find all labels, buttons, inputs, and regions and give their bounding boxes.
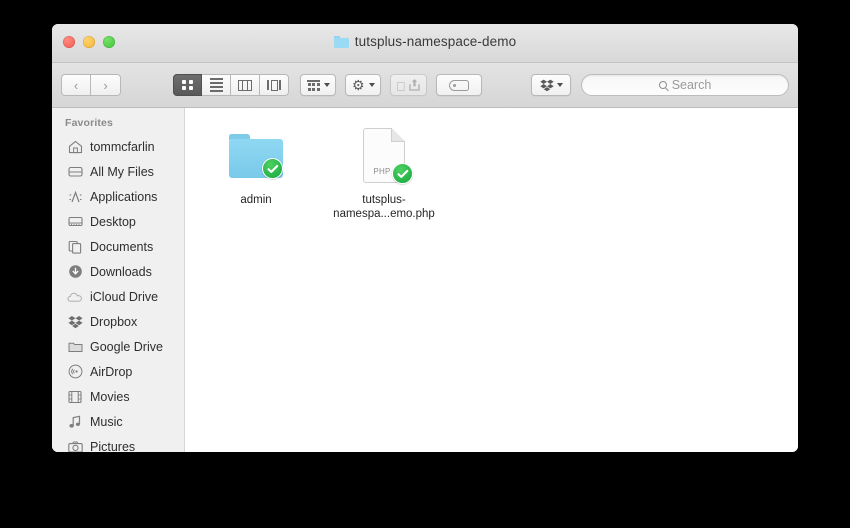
- camera-icon: [67, 439, 83, 452]
- finder-window: tutsplus-namespace-demo ‹ › ⚙ Search Fav…: [52, 24, 798, 452]
- action-menu-button[interactable]: ⚙: [345, 74, 381, 96]
- dropbox-menu-button[interactable]: [531, 74, 571, 96]
- sidebar-item-music[interactable]: Music: [52, 409, 184, 434]
- sidebar-item-pictures[interactable]: Pictures: [52, 434, 184, 452]
- view-mode-group: [173, 74, 289, 96]
- sync-complete-check-badge: [392, 163, 413, 184]
- share-button[interactable]: : [389, 74, 427, 96]
- coverflow-view-button[interactable]: [260, 74, 289, 96]
- sidebar-item-label: Music: [90, 414, 123, 429]
- sidebar: Favorites tommcfarlin All My Files Appli…: [52, 108, 185, 452]
- tag-button[interactable]: [435, 74, 482, 96]
- sidebar-item-label: Applications: [90, 189, 158, 204]
- sidebar-item-label: Dropbox: [90, 314, 138, 329]
- search-placeholder: Search: [671, 78, 712, 92]
- sidebar-item-label: tommcfarlin: [90, 139, 155, 154]
- sidebar-item-label: AirDrop: [90, 364, 133, 379]
- all-my-files-icon: [67, 164, 83, 180]
- downloads-icon: [67, 264, 83, 280]
- chevron-down-icon: [324, 83, 330, 87]
- page-fold-corner: [391, 128, 405, 142]
- applications-icon: [67, 189, 83, 205]
- coverflow-icon: [267, 79, 281, 91]
- dropbox-icon: [539, 79, 554, 92]
- sidebar-item-label: Desktop: [90, 214, 136, 229]
- list-view-button[interactable]: [202, 74, 231, 96]
- sidebar-item-downloads[interactable]: Downloads: [52, 259, 184, 284]
- columns-icon: [238, 79, 252, 91]
- sidebar-item-label: Documents: [90, 239, 154, 254]
- desktop-icon: [67, 214, 83, 230]
- arrange-button[interactable]: [300, 74, 336, 96]
- documents-icon: [67, 239, 83, 255]
- dropbox-icon: [67, 314, 83, 330]
- sync-complete-check-badge: [262, 158, 283, 179]
- list-lines-icon: [209, 78, 223, 92]
- sidebar-item-label: Google Drive: [90, 339, 163, 354]
- sidebar-item-movies[interactable]: Movies: [52, 384, 184, 409]
- tag-icon: [448, 79, 469, 91]
- folder-icon: [333, 35, 349, 48]
- icon-view-button[interactable]: [173, 74, 202, 96]
- sidebar-item-dropbox[interactable]: Dropbox: [52, 309, 184, 334]
- sidebar-item-label: Movies: [90, 389, 130, 404]
- music-note-icon: [67, 414, 83, 430]
- sidebar-item-all-my-files[interactable]: All My Files: [52, 159, 184, 184]
- sidebar-item-label: Downloads: [90, 264, 152, 279]
- forward-button[interactable]: ›: [91, 74, 121, 96]
- chevron-right-icon: ›: [103, 77, 108, 93]
- file-name-label: admin: [240, 194, 272, 206]
- file-grid: admin PHP tutsplus- namespa...emo.php: [185, 108, 798, 452]
- movies-icon: [67, 389, 83, 405]
- title-bar: tutsplus-namespace-demo: [52, 24, 798, 63]
- sidebar-item-label: Pictures: [90, 439, 136, 453]
- sidebar-item-label: iCloud Drive: [90, 289, 159, 304]
- file-item-folder[interactable]: admin: [203, 122, 309, 221]
- sidebar-item-applications[interactable]: Applications: [52, 184, 184, 209]
- airdrop-icon: [67, 364, 83, 380]
- file-name-line-2: namespa...emo.php: [333, 208, 435, 220]
- window-title: tutsplus-namespace-demo: [52, 34, 798, 49]
- chevron-left-icon: ‹: [73, 77, 79, 93]
- column-view-button[interactable]: [231, 74, 260, 96]
- gear-icon: ⚙: [352, 77, 365, 93]
- sidebar-item-google-drive[interactable]: Google Drive: [52, 334, 184, 359]
- arrange-grid-icon: [307, 79, 320, 91]
- window-body: Favorites tommcfarlin All My Files Appli…: [52, 108, 798, 452]
- folder-icon: [67, 339, 83, 355]
- search-icon: [658, 81, 667, 89]
- grid-dots-icon: [182, 79, 193, 91]
- toolbar: ‹ › ⚙ Search: [52, 63, 798, 108]
- file-icon: [223, 126, 289, 188]
- chevron-down-icon: [368, 83, 375, 87]
- sidebar-item-label: All My Files: [90, 164, 154, 179]
- sidebar-item-desktop[interactable]: Desktop: [52, 209, 184, 234]
- sidebar-item-airdrop[interactable]: AirDrop: [52, 359, 184, 384]
- file-name-line-1: tutsplus-: [362, 194, 406, 206]
- sidebar-item-documents[interactable]: Documents: [52, 234, 184, 259]
- home-icon: [67, 139, 83, 155]
- file-item-document[interactable]: PHP tutsplus- namespa...emo.php: [331, 122, 437, 221]
- back-button[interactable]: ‹: [61, 74, 91, 96]
- sidebar-item-icloud-drive[interactable]: iCloud Drive: [52, 284, 184, 309]
- sidebar-section-favorites: Favorites: [65, 117, 114, 129]
- chevron-down-icon: [556, 83, 563, 87]
- file-icon: PHP: [351, 126, 417, 188]
- file-name-label: tutsplus- namespa...emo.php: [333, 193, 435, 221]
- sidebar-item-tommcfarlin[interactable]: tommcfarlin: [52, 134, 184, 159]
- window-title-text: tutsplus-namespace-demo: [354, 34, 517, 49]
- share-upload-icon: : [396, 78, 420, 93]
- navigation-buttons: ‹ ›: [61, 74, 121, 96]
- icloud-icon: [67, 289, 83, 305]
- search-input[interactable]: Search: [581, 74, 789, 96]
